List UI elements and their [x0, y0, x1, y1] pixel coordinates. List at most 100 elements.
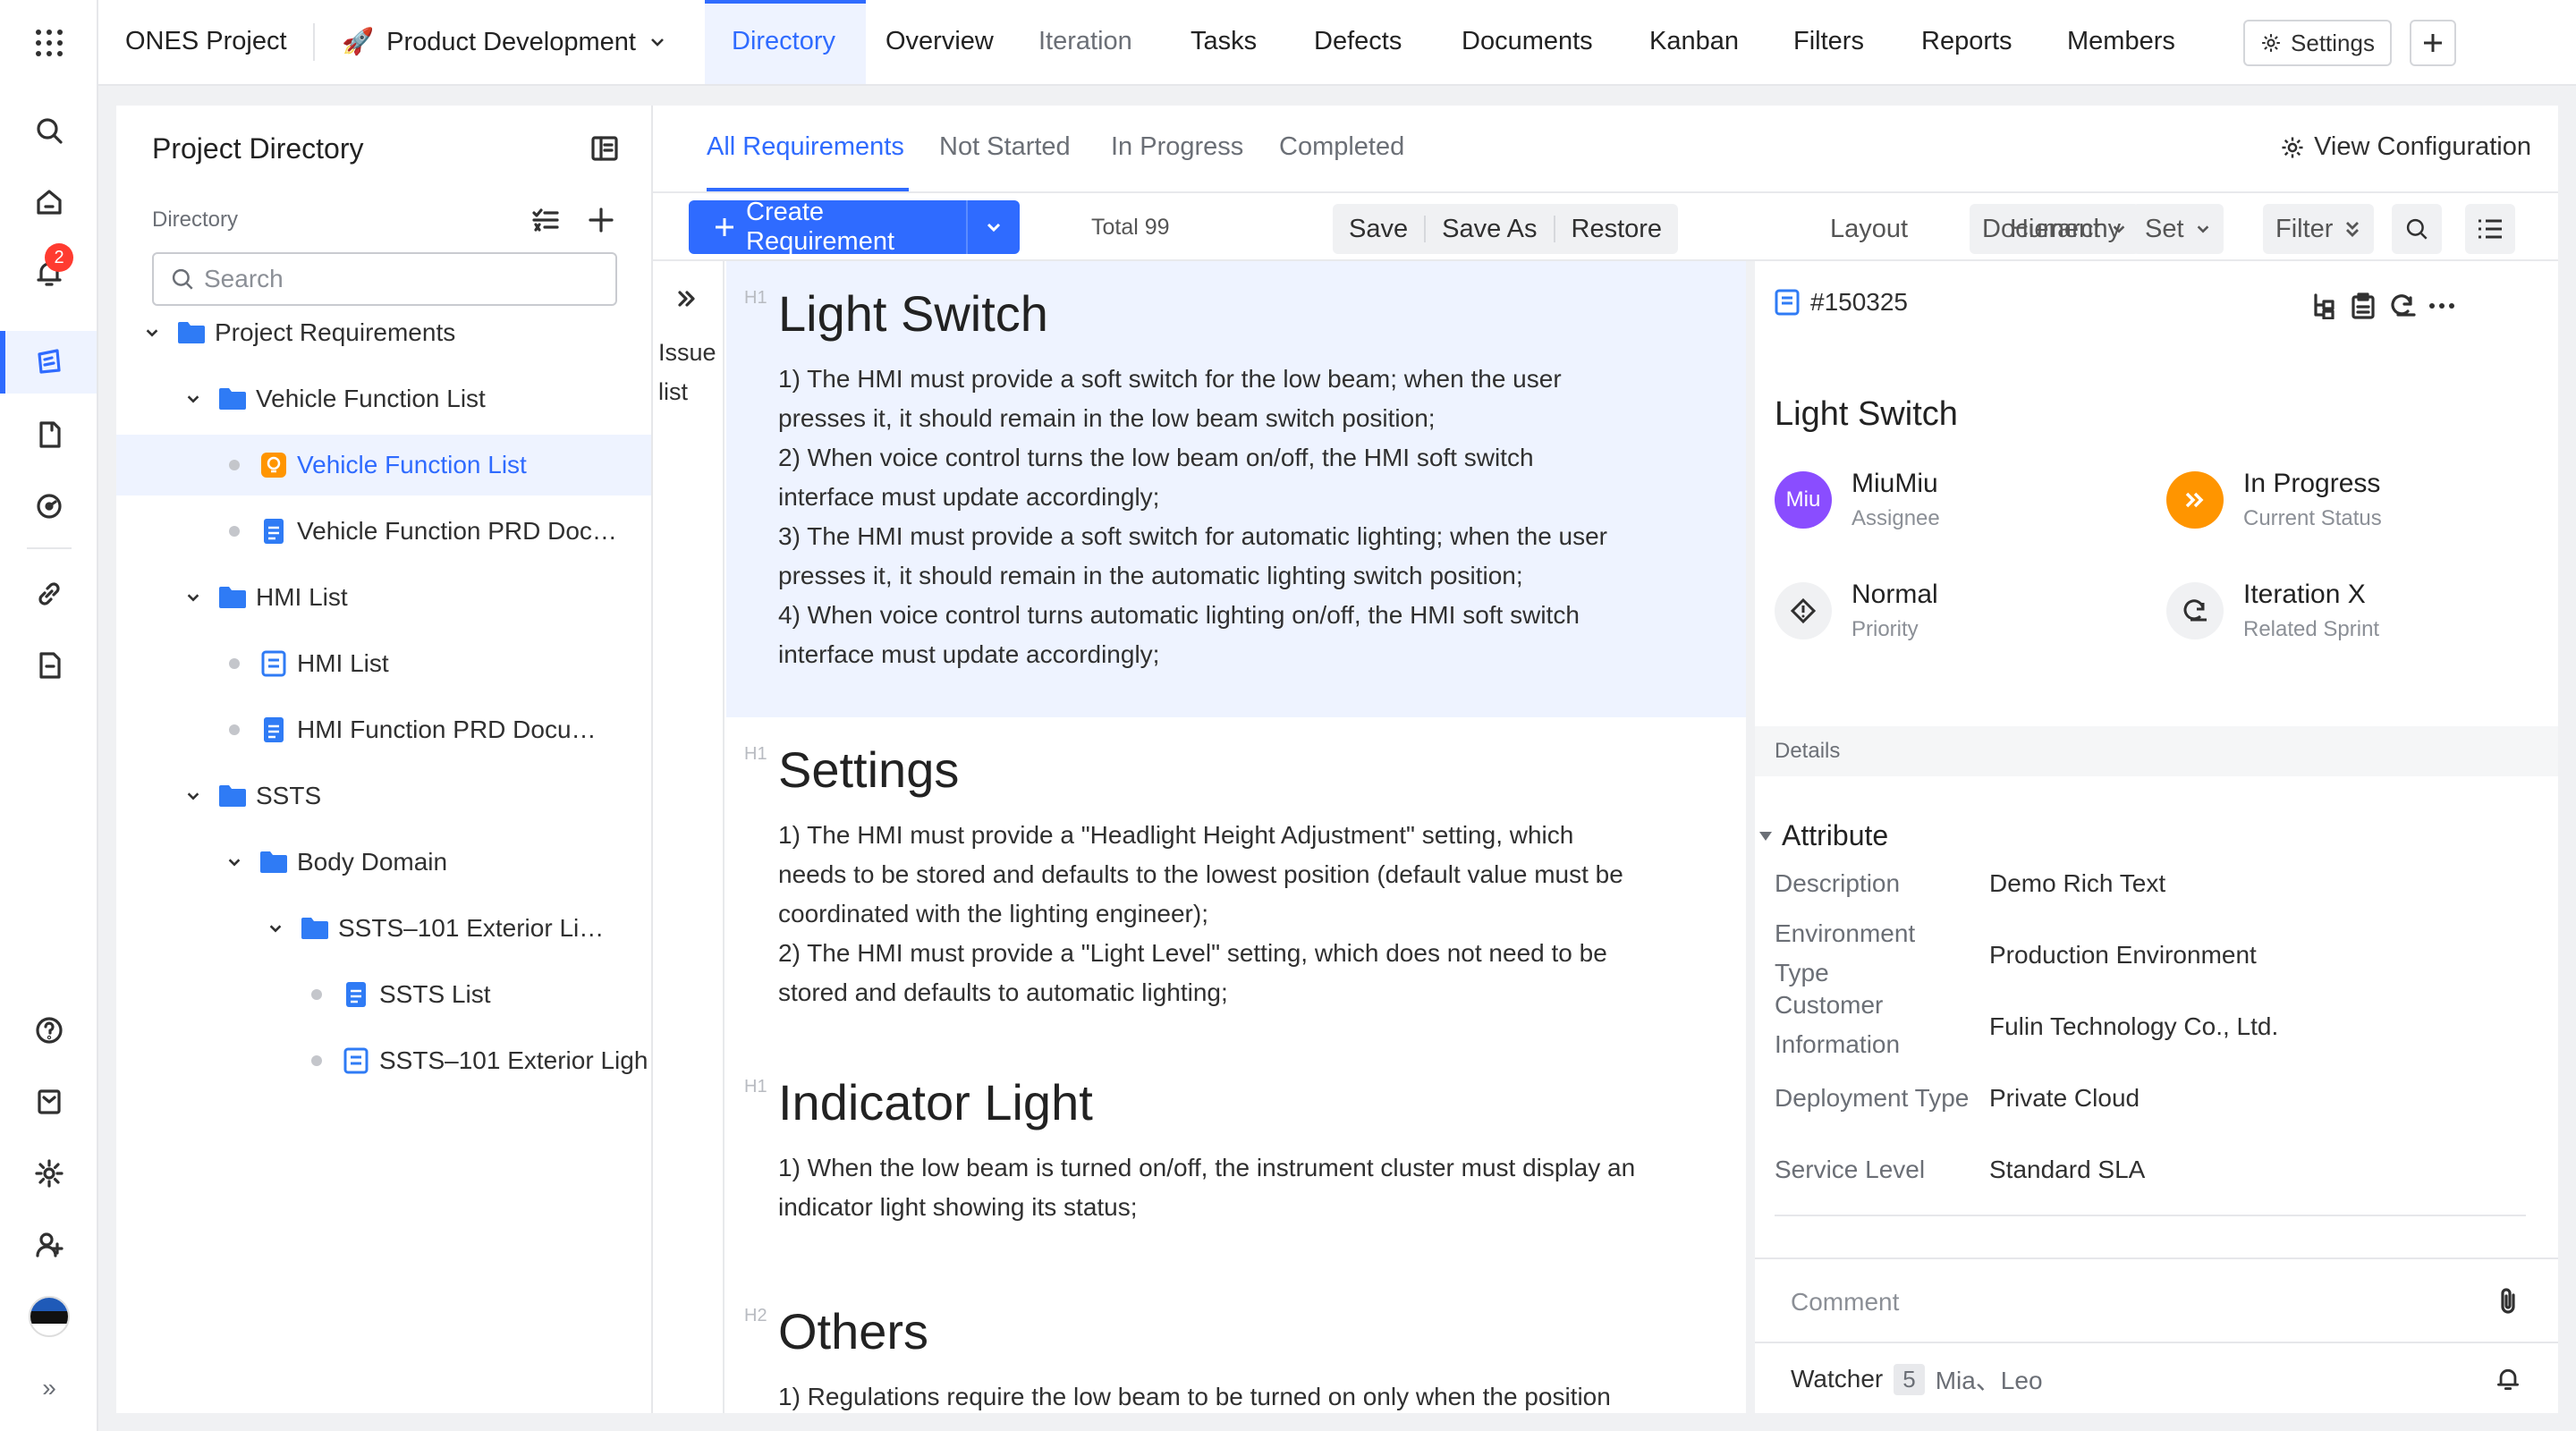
- tab-reports[interactable]: Reports: [1921, 27, 2012, 56]
- tab-overview[interactable]: Overview: [886, 27, 994, 56]
- section-body[interactable]: 1) When the low beam is turned on/off, t…: [778, 1148, 1708, 1227]
- user-avatar[interactable]: [24, 1291, 74, 1342]
- tree-item[interactable]: HMI List: [116, 567, 651, 628]
- tab-kanban[interactable]: Kanban: [1649, 27, 1739, 56]
- document-icon[interactable]: [24, 410, 74, 460]
- attr-value-description[interactable]: Demo Rich Text: [1989, 869, 2165, 898]
- pane-splitter[interactable]: [1746, 261, 1755, 1413]
- tab-filters[interactable]: Filters: [1793, 27, 1864, 56]
- link-icon[interactable]: [24, 569, 74, 619]
- panel-layout-icon[interactable]: [585, 129, 624, 168]
- requirement-id-text: #150325: [1810, 288, 1909, 316]
- issue-list-toggle[interactable]: Issue list: [653, 261, 724, 1413]
- chevron-down-icon[interactable]: [215, 851, 254, 874]
- section-body[interactable]: 1) Regulations require the low beam to b…: [778, 1377, 1708, 1413]
- chevron-down-icon[interactable]: [174, 387, 213, 411]
- tree-item[interactable]: HMI List: [116, 633, 651, 694]
- expand-rail-icon[interactable]: »: [24, 1363, 74, 1413]
- save-as-button[interactable]: Save As: [1426, 215, 1553, 244]
- section-heading[interactable]: Light Switch: [778, 284, 1048, 343]
- section-heading[interactable]: Settings: [778, 741, 959, 799]
- folder-icon: [295, 917, 335, 940]
- chevron-down-icon[interactable]: [174, 784, 213, 808]
- hierarchy-select[interactable]: Set: [2132, 204, 2224, 254]
- status-label: Current Status: [2243, 506, 2382, 530]
- create-dropdown-toggle[interactable]: [968, 218, 1020, 236]
- search-button[interactable]: [2392, 204, 2442, 254]
- subtab-completed[interactable]: Completed: [1279, 132, 1404, 162]
- attr-value-environment-type[interactable]: Production Environment: [1989, 941, 2257, 970]
- section-line: 2) The HMI must provide a "Light Level" …: [778, 939, 1607, 967]
- comment-input[interactable]: Comment: [1755, 1257, 2558, 1343]
- restore-button[interactable]: Restore: [1555, 215, 1679, 244]
- inbox-icon[interactable]: [24, 1077, 74, 1127]
- plus-icon[interactable]: [583, 202, 619, 238]
- section-line: presses it, it should remain in the low …: [778, 404, 1436, 432]
- section-heading[interactable]: Indicator Light: [778, 1073, 1093, 1131]
- filter-button[interactable]: Filter: [2263, 204, 2375, 254]
- watcher-row[interactable]: Watcher 5 Mia、Leo: [1791, 1361, 2043, 1397]
- tab-iteration[interactable]: Iteration: [1038, 27, 1132, 56]
- settings-button[interactable]: Settings: [2243, 20, 2392, 66]
- add-user-icon[interactable]: [24, 1220, 74, 1270]
- save-button[interactable]: Save: [1333, 215, 1424, 244]
- subtab-in-progress[interactable]: In Progress: [1111, 132, 1243, 162]
- tab-members[interactable]: Members: [2067, 27, 2175, 56]
- create-requirement-button[interactable]: Create Requirement: [689, 198, 1020, 256]
- tree-item[interactable]: SSTS: [116, 766, 651, 826]
- project-label[interactable]: ONES Project: [125, 27, 287, 56]
- section-heading[interactable]: Others: [778, 1302, 928, 1360]
- assignee-field[interactable]: Miu MiuMiu Assignee: [1775, 469, 1940, 531]
- export-doc-icon[interactable]: [24, 640, 74, 690]
- tab-tasks[interactable]: Tasks: [1191, 27, 1257, 56]
- tab-defects[interactable]: Defects: [1314, 27, 1402, 56]
- list-view-button[interactable]: [2465, 204, 2515, 254]
- section-body[interactable]: 1) The HMI must provide a "Headlight Hei…: [778, 816, 1708, 1012]
- status-field[interactable]: In Progress Current Status: [2166, 469, 2382, 531]
- chevron-down-icon[interactable]: [132, 321, 172, 344]
- chevron-down-icon[interactable]: [256, 917, 295, 940]
- tab-documents[interactable]: Documents: [1462, 27, 1593, 56]
- subtab-all-requirements[interactable]: All Requirements: [707, 132, 904, 162]
- tree-item[interactable]: SSTS–101 Exterior Ligh: [116, 1030, 651, 1091]
- tree-item[interactable]: Project Requirements: [116, 302, 651, 363]
- paperclip-icon[interactable]: [2488, 1281, 2528, 1320]
- tree-item[interactable]: Vehicle Function List: [116, 435, 651, 495]
- sort-list-icon[interactable]: [528, 202, 564, 238]
- section-body[interactable]: 1) The HMI must provide a soft switch fo…: [778, 360, 1708, 674]
- sprint-cycle-icon[interactable]: [2383, 286, 2422, 326]
- attr-value-customer-information[interactable]: Fulin Technology Co., Ltd.: [1989, 1012, 2278, 1041]
- chevron-down-icon[interactable]: [174, 586, 213, 609]
- tree-item[interactable]: SSTS List: [116, 964, 651, 1025]
- requirement-bulb-icon: [254, 452, 293, 478]
- search-icon[interactable]: [24, 106, 74, 156]
- hierarchy-tree-icon[interactable]: [2304, 286, 2343, 326]
- tree-item[interactable]: HMI Function PRD Docu…: [116, 699, 651, 760]
- priority-field[interactable]: Normal Priority: [1775, 580, 1938, 642]
- tab-directory[interactable]: Directory: [732, 27, 835, 56]
- tree-item[interactable]: Vehicle Function List: [116, 368, 651, 429]
- help-icon[interactable]: [24, 1005, 74, 1055]
- clipboard-icon[interactable]: [2343, 286, 2383, 326]
- gear-icon[interactable]: [24, 1148, 74, 1198]
- dashboard-icon[interactable]: [24, 481, 74, 531]
- home-icon[interactable]: [24, 177, 74, 227]
- tree-item[interactable]: Vehicle Function PRD Doc…: [116, 501, 651, 562]
- project-icon[interactable]: [24, 337, 74, 387]
- apps-grid-icon[interactable]: [24, 18, 74, 68]
- subtab-not-started[interactable]: Not Started: [939, 132, 1071, 162]
- list-doc-icon: [254, 650, 293, 677]
- attr-label-line: Customer: [1775, 991, 1884, 1019]
- view-configuration-button[interactable]: View Configuration: [2280, 132, 2531, 162]
- search-input[interactable]: Search: [152, 252, 617, 306]
- attribute-section-toggle[interactable]: Attribute: [1758, 819, 1888, 852]
- attr-value-deployment-type[interactable]: Private Cloud: [1989, 1084, 2140, 1113]
- tree-item[interactable]: Body Domain: [116, 832, 651, 893]
- attr-value-service-level[interactable]: Standard SLA: [1989, 1156, 2145, 1184]
- add-button[interactable]: [2410, 20, 2456, 66]
- tree-item[interactable]: SSTS–101 Exterior Li…: [116, 898, 651, 959]
- more-icon[interactable]: [2422, 286, 2462, 326]
- sprint-field[interactable]: Iteration X Related Sprint: [2166, 580, 2379, 642]
- bell-icon[interactable]: [2488, 1359, 2528, 1399]
- project-switcher[interactable]: 🚀 Product Development: [342, 27, 666, 57]
